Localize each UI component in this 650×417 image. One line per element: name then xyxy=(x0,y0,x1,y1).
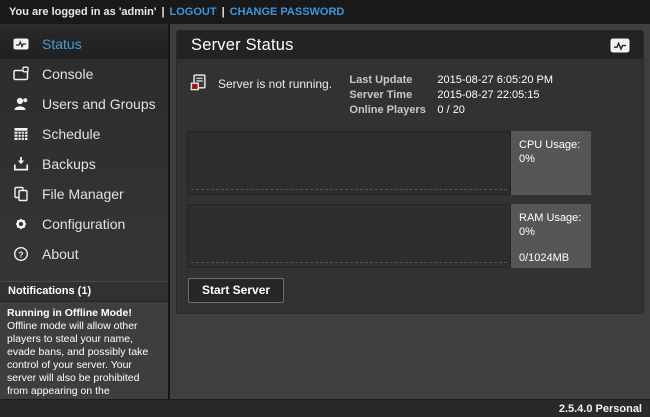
footer-bar: 2.5.4.0 Personal xyxy=(0,399,650,417)
cpu-usage-graph xyxy=(187,131,511,195)
activity-monitor-icon xyxy=(610,38,630,53)
server-state: Server is not running. xyxy=(190,74,332,94)
sidebar-item-users-and-groups[interactable]: Users and Groups xyxy=(0,89,168,119)
cpu-usage-info: CPU Usage: 0% xyxy=(511,131,591,195)
server-status-card: Server Status Server is not running. Las… xyxy=(176,30,644,314)
help-icon: ? xyxy=(12,246,29,263)
notifications-header: Notifications (1) xyxy=(0,281,168,302)
sidebar-nav: Status Console Users and Groups Schedule xyxy=(0,24,168,269)
cpu-usage-label: CPU Usage: xyxy=(519,138,585,152)
separator: | xyxy=(161,6,164,18)
start-server-button[interactable]: Start Server xyxy=(188,278,284,303)
sidebar-item-configuration[interactable]: Configuration xyxy=(0,209,168,239)
info-label: Online Players xyxy=(349,104,437,116)
sidebar-item-label: Console xyxy=(42,66,93,82)
page-title: Server Status xyxy=(191,36,294,55)
logged-in-text: You are logged in as 'admin' xyxy=(9,6,156,18)
sidebar-item-label: Schedule xyxy=(42,126,100,142)
users-icon xyxy=(12,96,29,113)
cpu-usage-panel: CPU Usage: 0% xyxy=(187,131,591,195)
notification-item: Running in Offline Mode! Offline mode wi… xyxy=(0,302,168,399)
info-value: 0 / 20 xyxy=(437,104,553,116)
card-header: Server Status xyxy=(177,31,643,59)
sidebar-item-label: Configuration xyxy=(42,216,125,232)
ram-usage-info: RAM Usage: 0% 0/1024MB xyxy=(511,204,591,268)
sidebar-item-console[interactable]: Console xyxy=(0,59,168,89)
top-bar: You are logged in as 'admin' | LOGOUT | … xyxy=(0,0,650,24)
info-label: Last Update xyxy=(349,74,437,86)
gear-icon xyxy=(12,216,29,233)
status-icon xyxy=(12,36,29,53)
file-manager-icon xyxy=(12,186,29,203)
server-stopped-icon xyxy=(190,74,207,94)
backups-icon xyxy=(12,156,29,173)
svg-text:?: ? xyxy=(18,249,23,259)
server-info-list: Last Update 2015-08-27 6:05:20 PM Server… xyxy=(349,74,553,116)
ram-usage-panel: RAM Usage: 0% 0/1024MB xyxy=(187,204,591,268)
schedule-icon xyxy=(12,126,29,143)
separator: | xyxy=(222,6,225,18)
console-icon xyxy=(12,66,29,83)
notification-text: Offline mode will allow other players to… xyxy=(7,320,162,399)
page-layout: Status Console Users and Groups Schedule xyxy=(0,24,650,399)
ram-usage-graph xyxy=(187,204,511,268)
sidebar-item-backups[interactable]: Backups xyxy=(0,149,168,179)
status-row: Server is not running. Last Update 2015-… xyxy=(187,69,633,131)
main-area: Server Status Server is not running. Las… xyxy=(170,24,650,399)
sidebar-item-about[interactable]: ? About xyxy=(0,239,168,269)
cpu-usage-value: 0% xyxy=(519,152,585,166)
ram-usage-value: 0% xyxy=(519,225,585,239)
sidebar-item-schedule[interactable]: Schedule xyxy=(0,119,168,149)
server-status-message: Server is not running. xyxy=(218,77,332,91)
info-value: 2015-08-27 6:05:20 PM xyxy=(437,74,553,86)
sidebar-item-label: About xyxy=(42,246,79,262)
sidebar-item-status[interactable]: Status xyxy=(0,29,168,59)
logout-link[interactable]: LOGOUT xyxy=(170,6,217,18)
ram-usage-label: RAM Usage: xyxy=(519,211,585,225)
card-body: Server is not running. Last Update 2015-… xyxy=(177,59,643,313)
ram-usage-detail: 0/1024MB xyxy=(519,251,585,265)
sidebar-item-label: Backups xyxy=(42,156,96,172)
sidebar: Status Console Users and Groups Schedule xyxy=(0,24,170,399)
info-value: 2015-08-27 22:05:15 xyxy=(437,89,553,101)
notifications-panel: Notifications (1) Running in Offline Mod… xyxy=(0,281,168,399)
version-label: 2.5.4.0 Personal xyxy=(559,403,642,415)
sidebar-item-label: File Manager xyxy=(42,186,124,202)
sidebar-item-label: Users and Groups xyxy=(42,96,156,112)
change-password-link[interactable]: CHANGE PASSWORD xyxy=(230,6,345,18)
sidebar-item-file-manager[interactable]: File Manager xyxy=(0,179,168,209)
sidebar-item-label: Status xyxy=(42,36,82,52)
notification-title: Running in Offline Mode! xyxy=(7,307,162,320)
info-label: Server Time xyxy=(349,89,437,101)
